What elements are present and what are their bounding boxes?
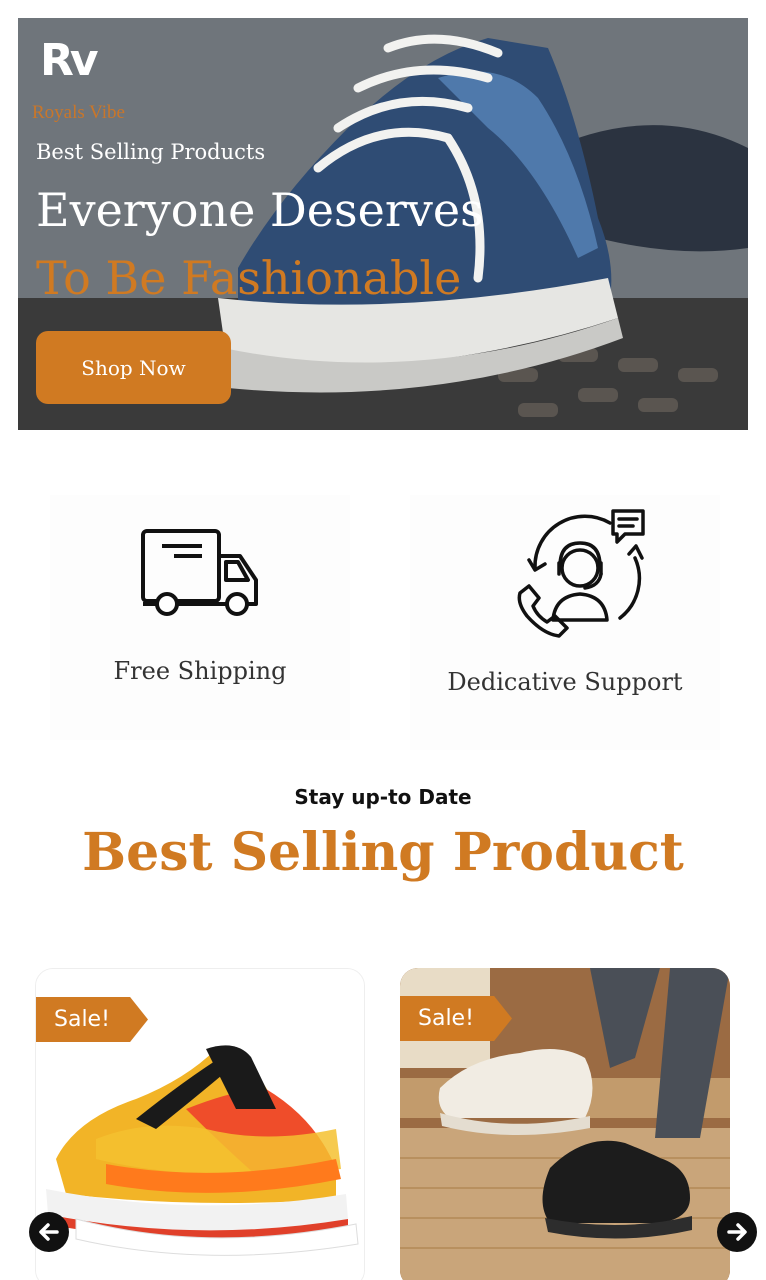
feature-label: Free Shipping: [113, 657, 287, 685]
hero-title-line-1: Everyone Deserves: [36, 183, 484, 237]
hero-title-line-2: To Be Fashionable: [36, 251, 462, 305]
support-agent-icon: [517, 509, 645, 638]
product-card[interactable]: Sale!: [35, 968, 365, 1280]
arrow-right-icon: [727, 1223, 747, 1241]
truck-icon: [141, 529, 258, 616]
logo-text: Royals Vibe: [32, 102, 125, 123]
carousel-next-button[interactable]: [717, 1212, 757, 1252]
feature-dedicated-support: Dedicative Support: [410, 495, 720, 750]
shop-now-button[interactable]: Shop Now: [36, 331, 231, 404]
carousel-prev-button[interactable]: [29, 1212, 69, 1252]
brand-logo[interactable]: Rv Royals Vibe: [32, 36, 142, 126]
hero-kicker: Best Selling Products: [36, 140, 266, 164]
section-kicker: Stay up-to Date: [294, 785, 472, 809]
sale-badge: Sale!: [36, 997, 148, 1042]
feature-free-shipping: Free Shipping: [50, 495, 350, 740]
arrow-left-icon: [39, 1223, 59, 1241]
section-title: Best Selling Product: [82, 822, 684, 883]
sale-badge: Sale!: [400, 996, 512, 1041]
logo-mark: Rv: [40, 35, 99, 86]
hero-banner: Rv Royals Vibe Best Selling Products Eve…: [18, 18, 748, 430]
product-card[interactable]: Sale!: [400, 968, 730, 1280]
feature-label: Dedicative Support: [447, 668, 683, 696]
